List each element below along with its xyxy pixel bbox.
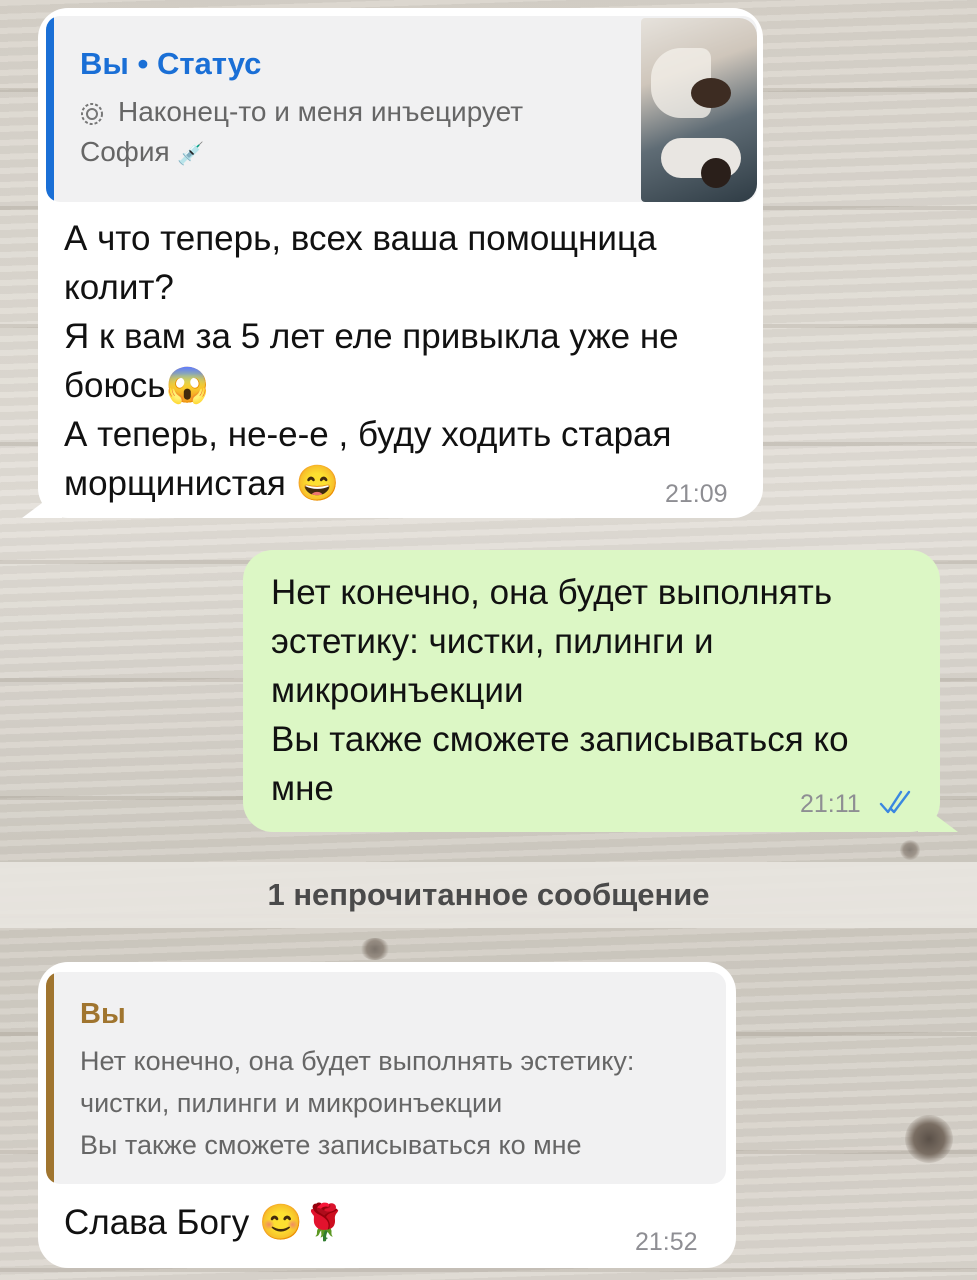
bubble-tail bbox=[22, 488, 62, 518]
message-timestamp: 21:52 bbox=[635, 1228, 698, 1256]
wood-knot bbox=[360, 938, 390, 960]
status-reply-author: Вы • Статус bbox=[80, 46, 262, 81]
quote-accent-bar bbox=[46, 16, 54, 202]
wood-knot bbox=[900, 840, 920, 860]
message-text: Нет конечно, она будет выполнять эстетик… bbox=[271, 573, 849, 808]
status-reply-text-line1: Наконец-то и меня инъецирует bbox=[118, 96, 524, 127]
wood-knot bbox=[905, 1115, 953, 1163]
status-icon bbox=[80, 102, 103, 125]
thumbnail-figure bbox=[691, 78, 731, 108]
unread-messages-divider: 1 непрочитанное сообщение bbox=[0, 862, 977, 928]
reply-quoted-text: Нет конечно, она будет выполнять эстетик… bbox=[80, 1046, 635, 1160]
message-text: А что теперь, всех ваша помощница колит?… bbox=[64, 219, 679, 503]
incoming-message-bubble[interactable]: Вы • Статус Наконец-то и меня инъецирует… bbox=[38, 8, 763, 518]
reply-quote[interactable]: Вы Нет конечно, она будет выполнять эсте… bbox=[46, 972, 726, 1184]
status-reply-line2-row: София 💉 bbox=[80, 136, 205, 168]
quote-accent-bar bbox=[46, 972, 54, 1184]
message-timestamp: 21:09 bbox=[665, 480, 728, 508]
message-timestamp: 21:11 bbox=[800, 790, 861, 818]
status-thumbnail-image[interactable] bbox=[641, 18, 757, 202]
double-check-icon bbox=[879, 788, 913, 816]
status-reply-quote[interactable]: Вы • Статус Наконец-то и меня инъецирует… bbox=[46, 16, 757, 202]
unread-divider-label: 1 непрочитанное сообщение bbox=[267, 877, 710, 912]
status-reply-text-line2: София bbox=[80, 136, 170, 167]
syringe-emoji: 💉 bbox=[177, 141, 205, 166]
outgoing-message-bubble[interactable]: Нет конечно, она будет выполнять эстетик… bbox=[243, 550, 940, 832]
message-text: Слава Богу 😊🌹 bbox=[64, 1203, 347, 1242]
thumbnail-figure bbox=[701, 158, 731, 188]
incoming-message-bubble[interactable]: Вы Нет конечно, она будет выполнять эсте… bbox=[38, 962, 736, 1268]
bubble-tail bbox=[918, 802, 958, 832]
reply-author: Вы bbox=[80, 998, 126, 1030]
